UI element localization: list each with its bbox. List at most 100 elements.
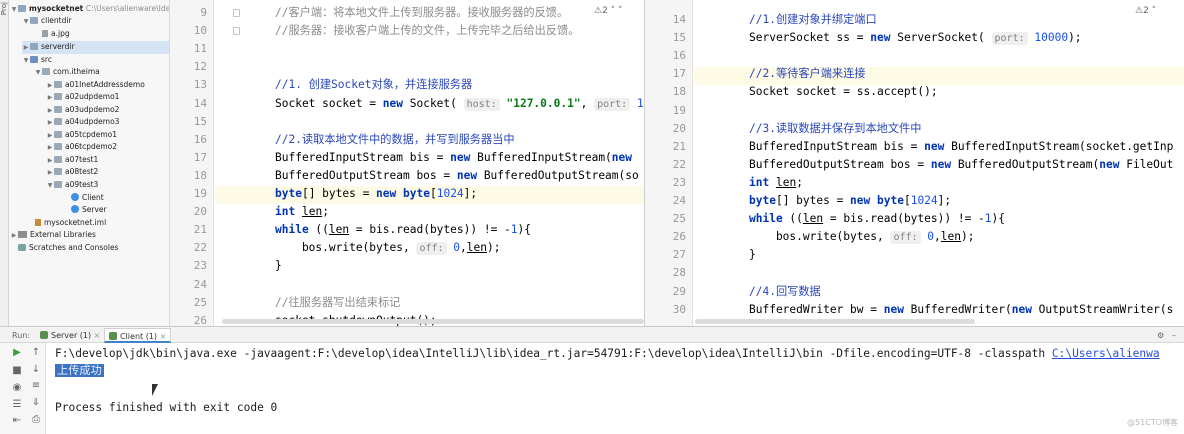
server-editor[interactable]: 14 15 16 17 18 19 20 21 22 23 24 25 26 27 28 29 30 ⚠2 ˄ … bbox=[644, 0, 1184, 326]
folder-icon bbox=[30, 17, 38, 24]
code-line[interactable]: //4.回写数据 bbox=[749, 285, 821, 299]
tree-item-a-jpg[interactable]: a.jpg bbox=[42, 28, 70, 41]
code-line[interactable]: byte[] bytes = new byte[1024]; bbox=[275, 187, 477, 201]
tree-item-com-itheima[interactable]: ▼ com.itheima bbox=[34, 66, 100, 79]
tree-item-external-libraries[interactable]: ▶ External Libraries bbox=[10, 229, 96, 242]
line-number: 14 bbox=[193, 96, 207, 110]
scroll-to-end-icon[interactable]: ⇓ bbox=[29, 397, 43, 408]
tree-item-src[interactable]: ▼ src bbox=[22, 54, 52, 67]
tree-item-iml[interactable]: mysocketnet.iml bbox=[35, 217, 106, 230]
code-line[interactable]: } bbox=[749, 248, 756, 262]
stop-icon[interactable]: ■ bbox=[10, 365, 24, 376]
code-line[interactable]: int len; bbox=[275, 205, 329, 219]
close-icon[interactable]: × bbox=[160, 332, 167, 341]
line-number: 26 bbox=[672, 230, 686, 244]
fold-marker-icon[interactable] bbox=[233, 9, 240, 17]
tree-item-clientdir[interactable]: ▼ clientdir bbox=[22, 15, 72, 28]
tree-item-root[interactable]: ▼ mysocketnet C:\Users\alienware\Ide bbox=[10, 3, 169, 17]
chevron-down-icon[interactable]: ▼ bbox=[22, 16, 30, 29]
horizontal-scrollbar[interactable] bbox=[695, 319, 975, 324]
code-line[interactable]: Socket socket = new Socket( host: "127.0… bbox=[275, 97, 644, 111]
console-exit-line: Process finished with exit code 0 bbox=[55, 401, 278, 414]
tree-item-serverdir[interactable]: ▶ serverdir bbox=[22, 41, 169, 55]
chevron-down-icon[interactable]: ▼ bbox=[10, 4, 18, 17]
code-line[interactable]: byte[] bytes = new byte[1024]; bbox=[749, 194, 951, 208]
client-editor[interactable]: 9 10 11 12 13 14 15 16 17 18 19 20 21 22 23 24 25 26 ⚠2 ˄… bbox=[170, 0, 644, 326]
code-line[interactable]: bos.write(bytes, off: 0,len); bbox=[749, 230, 975, 245]
rerun-icon[interactable]: ▶ bbox=[10, 347, 24, 358]
chevron-down-icon[interactable]: ▼ bbox=[34, 67, 42, 80]
scroll-up-icon[interactable]: ↑ bbox=[29, 347, 43, 358]
chevron-right-icon[interactable]: ▶ bbox=[46, 167, 54, 180]
tree-item-server-class[interactable]: Server bbox=[71, 204, 107, 217]
horizontal-scrollbar[interactable] bbox=[222, 319, 644, 324]
tree-item-scratches[interactable]: Scratches and Consoles bbox=[18, 242, 118, 255]
source-folder-icon bbox=[30, 56, 38, 63]
code-line[interactable]: BufferedWriter bw = new BufferedWriter(n… bbox=[749, 303, 1173, 317]
line-number: 27 bbox=[672, 248, 686, 262]
code-line[interactable]: //服务器：接收客户端上传的文件，上传完毕之后给出反馈。 bbox=[275, 24, 579, 38]
inspection-widget[interactable]: ⚠2 ˄ ˅ bbox=[594, 6, 623, 16]
code-line[interactable]: //3.读取数据并保存到本地文件中 bbox=[749, 122, 921, 136]
tab-server-run[interactable]: Server (1) × bbox=[40, 328, 100, 343]
close-icon[interactable]: × bbox=[94, 331, 101, 340]
print-icon[interactable]: ⎙ bbox=[29, 414, 43, 425]
tree-item-a09test3[interactable]: ▼ a09test3 bbox=[46, 179, 99, 193]
code-line[interactable]: //1.创建对象并绑定端口 bbox=[749, 13, 877, 27]
chevron-right-icon[interactable]: ▶ bbox=[46, 117, 54, 130]
tree-item-package[interactable]: ▶ a05tcpdemo1 bbox=[46, 129, 117, 142]
camera-icon[interactable]: ◉ bbox=[10, 382, 24, 393]
code-line[interactable]: //2.等待客户端来连接 bbox=[749, 67, 865, 81]
soft-wrap-icon[interactable]: ≡ bbox=[29, 380, 43, 391]
exit-icon[interactable]: ⇤ bbox=[10, 415, 24, 426]
tree-item-package[interactable]: ▶ a03udpdemo2 bbox=[46, 104, 120, 117]
code-line[interactable]: //1. 创建Socket对象，并连接服务器 bbox=[275, 78, 472, 92]
code-line[interactable]: //2.读取本地文件中的数据，并写到服务器当中 bbox=[275, 133, 515, 147]
tree-item-label: src bbox=[41, 55, 52, 64]
chevron-right-icon[interactable]: ▶ bbox=[10, 230, 18, 243]
inspection-widget[interactable]: ⚠2 ˄ bbox=[1135, 6, 1156, 16]
package-icon bbox=[54, 106, 62, 113]
code-line[interactable]: while ((len = bis.read(bytes)) != -1){ bbox=[275, 223, 531, 237]
code-line[interactable]: BufferedOutputStream bos = new BufferedO… bbox=[275, 169, 639, 183]
chevron-right-icon[interactable]: ▶ bbox=[46, 142, 54, 155]
tree-item-package[interactable]: ▶ a06tcpdemo2 bbox=[46, 141, 117, 154]
hide-icon[interactable]: – bbox=[1172, 328, 1176, 343]
code-line[interactable]: ServerSocket ss = new ServerSocket( port… bbox=[749, 31, 1082, 46]
tree-item-package[interactable]: ▶ a07test1 bbox=[46, 154, 99, 167]
tree-item-package[interactable]: ▶ a04udpdemo3 bbox=[46, 116, 120, 130]
tree-item-client-class[interactable]: Client bbox=[71, 192, 104, 205]
chevron-down-icon[interactable]: ▼ bbox=[22, 55, 30, 68]
line-number-gutter: 9 10 11 12 13 14 15 16 17 18 19 20 21 22 23 24 25 26 bbox=[170, 0, 214, 326]
watermark: @51CTO博客 bbox=[1127, 418, 1178, 427]
chevron-down-icon[interactable]: ▼ bbox=[46, 180, 54, 193]
project-tool-stripe[interactable]: Proj bbox=[0, 0, 9, 326]
code-line[interactable]: Socket socket = ss.accept(); bbox=[749, 85, 938, 99]
code-line[interactable]: } bbox=[275, 259, 282, 273]
code-line[interactable]: BufferedInputStream bis = new BufferedIn… bbox=[275, 151, 632, 165]
code-line[interactable]: //客户端：将本地文件上传到服务器。接收服务器的反馈。 bbox=[275, 6, 568, 20]
settings-gear-icon[interactable]: ⚙ bbox=[1157, 328, 1164, 343]
tree-item-package[interactable]: ▶ a01InetAddressdemo bbox=[46, 79, 145, 92]
console-output[interactable]: F:\develop\jdk\bin\java.exe -javaagent:F… bbox=[46, 343, 1184, 434]
scroll-down-icon[interactable]: ↓ bbox=[29, 364, 43, 375]
package-icon bbox=[54, 181, 62, 188]
classpath-link[interactable]: C:\Users\alienwa bbox=[1052, 347, 1160, 360]
chevron-right-icon[interactable]: ▶ bbox=[46, 92, 54, 105]
tree-item-package[interactable]: ▶ a02udpdemo1 bbox=[46, 91, 120, 105]
line-number: 15 bbox=[193, 114, 207, 128]
selected-output-text[interactable]: 上传成功 bbox=[55, 364, 104, 377]
restore-layout-icon[interactable]: ☰ bbox=[10, 399, 24, 410]
code-line[interactable]: while ((len = bis.read(bytes)) != -1){ bbox=[749, 212, 1005, 226]
code-line[interactable]: //往服务器写出结束标记 bbox=[275, 296, 400, 310]
code-line[interactable]: BufferedOutputStream bos = new BufferedO… bbox=[749, 158, 1173, 172]
code-line[interactable]: BufferedInputStream bis = new BufferedIn… bbox=[749, 140, 1173, 154]
mouse-cursor-icon bbox=[152, 384, 164, 396]
tab-client-run[interactable]: Client (1) × bbox=[104, 328, 172, 343]
project-stripe-label[interactable]: Proj bbox=[0, 2, 9, 15]
code-line[interactable]: int len; bbox=[749, 176, 803, 190]
fold-marker-icon[interactable] bbox=[233, 27, 240, 35]
chevron-right-icon[interactable]: ▶ bbox=[22, 42, 30, 55]
tree-item-package[interactable]: ▶ a08test2 bbox=[46, 166, 99, 180]
code-line[interactable]: bos.write(bytes, off: 0,len); bbox=[275, 241, 501, 256]
